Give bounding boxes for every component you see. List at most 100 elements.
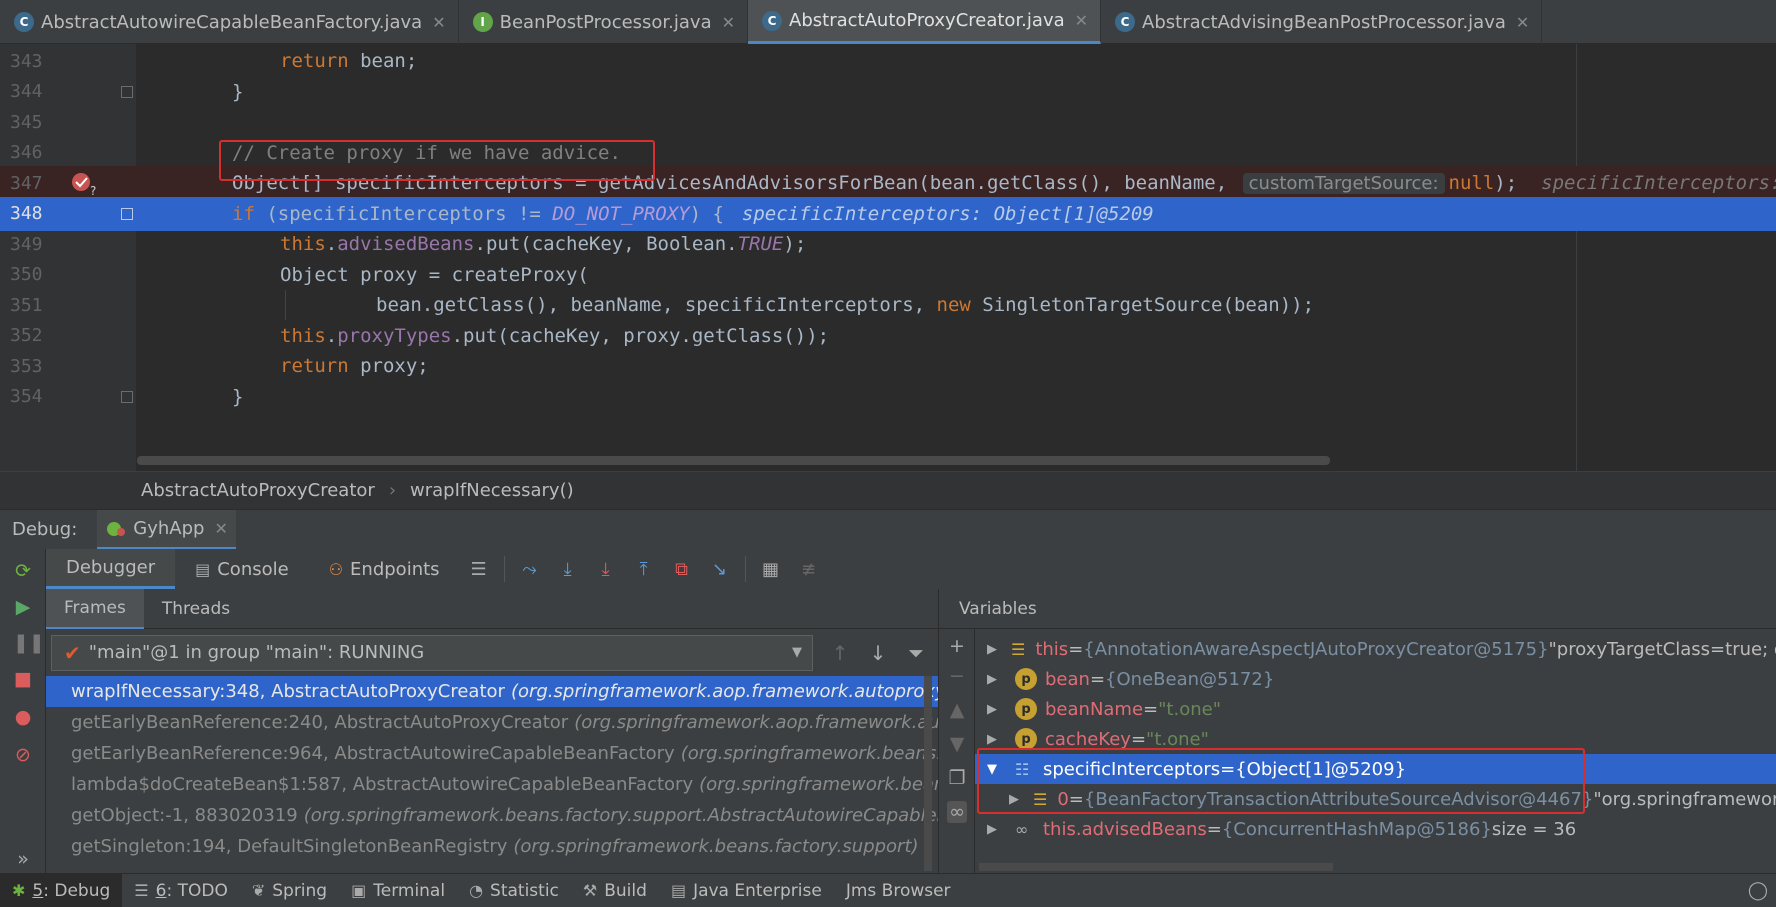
horizontal-scrollbar[interactable] — [137, 456, 1330, 465]
expand-arrow-icon[interactable]: ▶ — [987, 702, 1001, 717]
keyword: this — [280, 233, 326, 256]
tab-bean-post-processor[interactable]: I BeanPostProcessor.java ✕ — [459, 0, 749, 44]
breadcrumb-method[interactable]: wrapIfNecessary() — [410, 480, 574, 501]
code-line[interactable]: 352 this.proxyTypes.put(cacheKey, proxy.… — [0, 319, 1776, 354]
expand-arrow-icon[interactable]: ▶ — [987, 642, 997, 657]
code-line[interactable]: 350 Object proxy = createProxy( — [0, 258, 1776, 293]
close-icon[interactable]: ✕ — [214, 519, 227, 538]
tab-abstract-auto-proxy-creator[interactable]: C AbstractAutoProxyCreator.java ✕ — [748, 0, 1102, 44]
expand-arrow-icon[interactable]: ▶ — [987, 672, 1001, 687]
tool-window-build[interactable]: ⚒ Build — [571, 874, 659, 907]
expand-arrow-icon[interactable]: ▶ — [987, 732, 1001, 747]
tool-window-statistic[interactable]: ◔ Statistic — [457, 874, 571, 907]
code-line-current-execution[interactable]: 348 if (specificInterceptors != DO_NOT_P… — [0, 196, 1776, 231]
collapse-arrow-icon[interactable]: ▼ — [987, 762, 1001, 777]
step-into-icon[interactable]: ⤓ — [592, 555, 620, 583]
tab-console[interactable]: ▤ Console — [175, 549, 309, 589]
code-line[interactable]: 346 // Create proxy if we have advice. — [0, 136, 1776, 171]
breadcrumb: AbstractAutoProxyCreator › wrapIfNecessa… — [0, 471, 1776, 509]
step-out-icon[interactable]: ⤒ — [630, 555, 658, 583]
close-icon[interactable]: ✕ — [1516, 13, 1529, 32]
copy-icon[interactable]: ❐ — [947, 767, 967, 789]
tab-debugger[interactable]: Debugger — [46, 549, 176, 589]
code-line[interactable]: 344 } — [0, 75, 1776, 110]
rerun-icon[interactable]: ⟳ — [13, 561, 33, 581]
variable-name: specificInterceptors — [1043, 758, 1221, 780]
stack-frame[interactable]: getEarlyBeanReference:964, AbstractAutow… — [46, 738, 938, 769]
frame-package: (org.springframework.beans.fac — [699, 774, 938, 795]
tab-abstract-advising-bean-post-processor[interactable]: C AbstractAdvisingBeanPostProcessor.java… — [1101, 0, 1543, 44]
view-breakpoints-icon[interactable]: ● — [13, 707, 33, 727]
equals-sign: = — [1143, 698, 1159, 720]
mute-breakpoints-icon[interactable]: ⊘ — [13, 745, 33, 765]
variable-row[interactable]: ▶ p beanName = "t.one" — [975, 694, 1776, 724]
tool-window-todo[interactable]: ☰ 6: TODO — [122, 874, 240, 907]
tab-frames[interactable]: Frames — [46, 588, 144, 629]
tool-window-spring[interactable]: ❦ Spring — [240, 874, 339, 907]
variable-row-child[interactable]: ▶ ☰ 0 = {BeanFactoryTransactionAttribute… — [975, 784, 1776, 814]
code-editor[interactable]: 343 return bean; 344 } 345 346 // Create… — [0, 44, 1776, 471]
thread-dropdown[interactable]: ✔ "main"@1 in group "main": RUNNING ▼ — [51, 634, 813, 671]
tab-endpoints[interactable]: ⚇ Endpoints — [309, 549, 460, 589]
variable-row[interactable]: ▶ ∞ this.advisedBeans = {ConcurrentHashM… — [975, 814, 1776, 844]
more-icon[interactable]: » — [13, 849, 33, 869]
stack-frame[interactable]: getObject:-1, 883020319 (org.springframew… — [46, 800, 938, 831]
stack-frame[interactable]: getEarlyBeanReference:240, AbstractAutoP… — [46, 707, 938, 738]
code-line[interactable]: 349 this.advisedBeans.put(cacheKey, Bool… — [0, 227, 1776, 262]
arrow-up-icon[interactable]: ↑ — [829, 641, 851, 665]
trace-icon[interactable]: ≢ — [795, 555, 823, 583]
tool-window-debug[interactable]: ✱ 5: Debug — [0, 873, 123, 907]
horizontal-scrollbar[interactable] — [979, 863, 1333, 871]
stack-frame[interactable]: wrapIfNecessary:348, AbstractAutoProxyCr… — [46, 676, 938, 707]
step-over-icon[interactable]: ⤓ — [554, 555, 582, 583]
close-icon[interactable]: ✕ — [1075, 11, 1088, 30]
vertical-scrollbar[interactable] — [924, 676, 932, 871]
close-icon[interactable]: ✕ — [432, 13, 445, 32]
show-execution-point-icon[interactable]: ⤳ — [516, 555, 544, 583]
tab-abstract-autowire-capable-bean-factory[interactable]: C AbstractAutowireCapableBeanFactory.jav… — [0, 0, 459, 44]
tool-window-java-enterprise[interactable]: ▤ Java Enterprise — [659, 874, 834, 907]
move-down-icon[interactable]: ▼ — [947, 733, 967, 755]
stack-frame[interactable]: lambda$doCreateBean$1:587, AbstractAutow… — [46, 769, 938, 800]
add-watch-icon[interactable]: + — [947, 635, 967, 657]
code-line-breakpoint[interactable]: 347 ? Object[] specificInterceptors = ge… — [0, 166, 1776, 201]
run-config-tab[interactable]: GyhApp ✕ — [97, 509, 236, 550]
resume-icon[interactable]: ▶ — [13, 597, 33, 617]
evaluate-expression-icon[interactable]: ▦ — [757, 555, 785, 583]
filter-icon[interactable]: ⏷ — [905, 641, 927, 665]
pause-icon[interactable]: ❚❚ — [13, 633, 45, 653]
code-line[interactable]: 351 bean.getClass(), beanName, specificI… — [0, 288, 1776, 323]
event-log-icon[interactable]: ◯ — [1748, 880, 1768, 901]
remove-watch-icon[interactable]: − — [947, 665, 967, 687]
stop-icon[interactable]: ■ — [13, 669, 33, 689]
tool-window-label: Build — [604, 880, 647, 901]
tool-window-jms-browser[interactable]: Jms Browser — [834, 874, 963, 907]
expand-arrow-icon[interactable]: ▶ — [987, 822, 1001, 837]
conditional-breakpoint-icon[interactable]: ? — [70, 171, 100, 197]
expand-arrow-icon[interactable]: ▶ — [1009, 792, 1019, 807]
fold-marker-icon[interactable] — [121, 390, 133, 403]
tab-threads[interactable]: Threads — [144, 589, 248, 629]
close-icon[interactable]: ✕ — [722, 13, 735, 32]
code-line[interactable]: 354 } — [0, 380, 1776, 415]
fold-marker-icon[interactable] — [121, 85, 133, 98]
tool-window-terminal[interactable]: ▣ Terminal — [339, 874, 457, 907]
code-line[interactable]: 345 — [0, 105, 1776, 140]
arrow-down-icon[interactable]: ↓ — [867, 641, 889, 665]
code-line[interactable]: 343 return bean; — [0, 44, 1776, 79]
drop-frame-icon[interactable]: ⧉ — [668, 555, 696, 583]
move-up-icon[interactable]: ▲ — [947, 699, 967, 721]
breadcrumb-class[interactable]: AbstractAutoProxyCreator — [141, 480, 375, 501]
run-to-cursor-icon[interactable]: ↘ — [706, 555, 734, 583]
stack-frame[interactable]: getSingleton:194, DefaultSingletonBeanRe… — [46, 831, 938, 862]
variable-row[interactable]: ▶ p cacheKey = "t.one" — [975, 724, 1776, 754]
fold-marker-icon[interactable] — [121, 207, 133, 220]
code-line[interactable]: 353 return proxy; — [0, 349, 1776, 384]
show-watches-glasses-icon[interactable]: ∞ — [947, 801, 967, 823]
variable-row[interactable]: ▶ p bean = {OneBean@5172} — [975, 664, 1776, 694]
variable-row[interactable]: ▶ ☰ this = {AnnotationAwareAspectJAutoPr… — [975, 634, 1776, 664]
field-list-icon: ☰ — [1011, 639, 1026, 659]
layout-menu-icon[interactable]: ☰ — [465, 555, 493, 583]
array-icon: ☷ — [1015, 759, 1030, 779]
variable-row-selected[interactable]: ▼ ☷ specificInterceptors = {Object[1]@52… — [975, 754, 1776, 784]
